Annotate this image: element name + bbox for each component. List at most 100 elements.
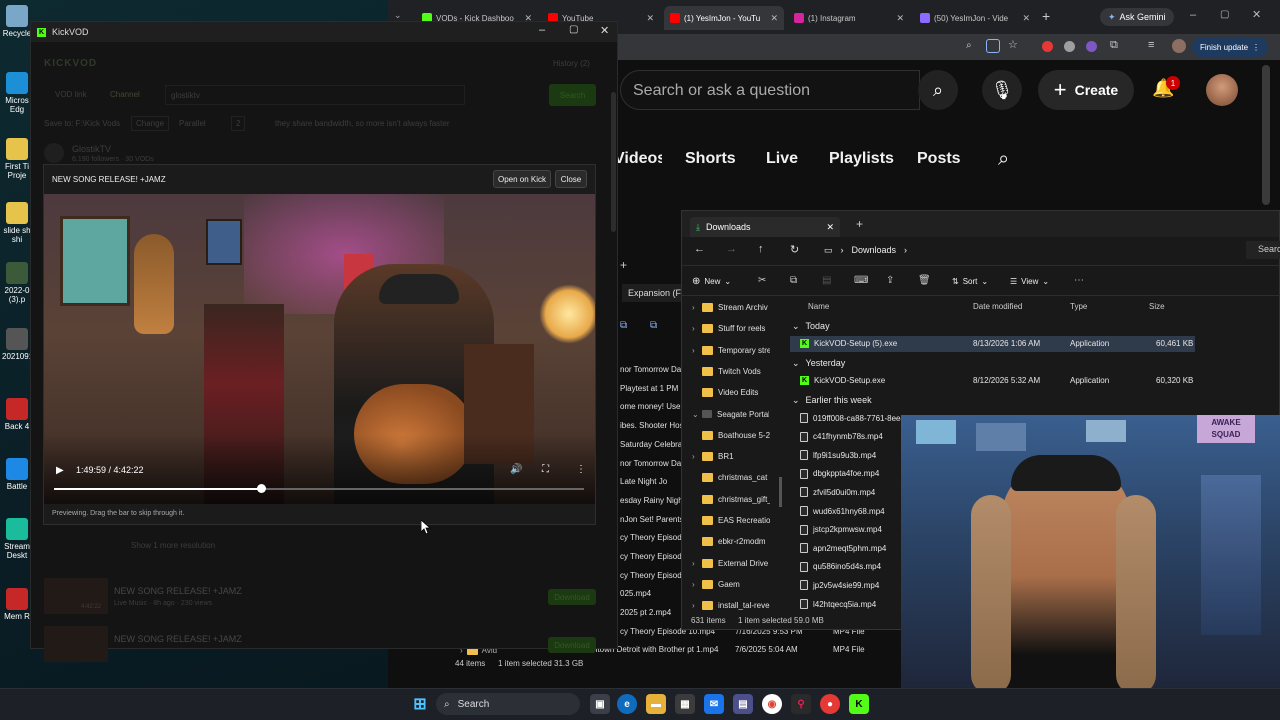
video-list-item[interactable]: ibes. Shooter Hos [620,421,682,430]
install-app-icon[interactable] [986,39,1000,53]
view-button[interactable]: ☰ View ⌄ [1010,277,1049,286]
chevron-right-icon[interactable]: › [692,324,695,333]
cut-icon[interactable]: ✂ [758,275,766,286]
youtube-search-input[interactable]: Search or ask a question [620,70,920,110]
close-preview-button[interactable]: Close [555,170,587,188]
more-options-icon[interactable]: ⋮ [576,464,586,475]
vod-thumbnail[interactable] [44,626,108,662]
channel-tab[interactable]: Live [766,150,798,168]
close-tab-icon[interactable]: ✕ [826,222,834,233]
link-icon[interactable]: ⧉ [620,320,627,331]
sidebar-folder[interactable]: › Gaem [692,579,770,589]
desktop-icon[interactable]: Micros Edg [2,72,32,114]
close-tab-icon[interactable]: ✕ [646,13,654,24]
video-list-item[interactable]: nor Tomorrow Da [620,365,682,374]
close-tab-icon[interactable]: ✕ [770,13,778,24]
channel-tab[interactable]: Playlists [829,150,894,168]
extensions-puzzle-icon[interactable]: ⧉ [1110,39,1118,52]
extension-icon[interactable] [1086,41,1097,52]
app-icon[interactable]: ▤ [733,694,753,714]
tab-vod-link[interactable]: VOD link [55,90,87,99]
search-button[interactable]: Search [549,84,596,106]
sidebar-folder[interactable]: Twitch Vods [702,366,770,376]
close-tab-icon[interactable]: ✕ [1022,13,1030,24]
sidebar-folder[interactable]: › Stream Archiv [692,303,770,312]
desktop-icon[interactable]: Recycle [2,5,32,38]
chevron-right-icon[interactable]: › [692,452,695,461]
tab-channel[interactable]: Channel [110,90,140,99]
desktop-icon[interactable]: Stream Deskt [2,518,32,560]
download-button[interactable]: Download [548,637,596,653]
seek-thumb[interactable] [256,484,266,493]
desktop-icon[interactable]: 2021091 [2,328,33,361]
chrome-icon[interactable]: ◉ [762,694,782,714]
share-icon[interactable]: ⧉ [650,320,657,331]
sidebar-folder[interactable]: › Stuff for reels [692,324,770,334]
taskbar-search[interactable]: ⌕ Search [436,693,580,715]
page-scrollbar[interactable] [1262,65,1270,205]
microphone-icon[interactable]: 🎙 [982,70,1022,110]
kickvod-taskbar-icon[interactable]: K [849,694,869,714]
file-group-header[interactable]: ⌄ Today [792,321,830,332]
browser-tab[interactable]: (1) YesImJon - YouTu ✕ [664,6,784,30]
video-player[interactable]: ▶ 1:49:59 / 4:42:22 🔊 ⛶ ⋮ [44,194,595,504]
sidebar-folder[interactable]: › Temporary stre [692,345,770,355]
mail-icon[interactable]: ✉ [704,694,724,714]
download-button[interactable]: Download [548,589,596,605]
desktop-icon[interactable]: 2022-0 (3).p [2,262,32,304]
change-button[interactable]: Change [131,116,170,131]
create-button[interactable]: + Create [1038,70,1134,110]
close-button[interactable]: ✕ [1252,8,1261,21]
minimize-button[interactable]: – [539,24,545,36]
ask-gemini-button[interactable]: ✦ Ask Gemini [1100,8,1174,26]
zoom-icon[interactable]: ⌕ [966,40,972,51]
column-type[interactable]: Type [1070,302,1087,311]
channel-input[interactable]: glostiktv [165,85,465,105]
new-tab-button[interactable]: + [1042,8,1050,24]
sort-button[interactable]: ⇅ Sort ⌄ [952,277,988,286]
up-icon[interactable]: ↑ [758,243,764,255]
profile-avatar[interactable] [1172,39,1186,53]
account-avatar[interactable] [1206,74,1238,106]
desktop-icon[interactable]: Mem R [2,588,32,621]
delete-icon[interactable]: 🗑 [918,275,931,286]
bookmark-star-icon[interactable]: ☆ [1008,38,1018,51]
browser-tab[interactable]: (1) Instagram ✕ [788,6,910,30]
rename-icon[interactable]: ⌨ [854,275,868,286]
forward-icon[interactable]: → [726,243,737,255]
task-view-icon[interactable]: ▣ [590,694,610,714]
desktop-icon[interactable]: slide sh shi [2,202,32,244]
refresh-icon[interactable]: ↻ [790,243,799,256]
record-icon[interactable]: ● [820,694,840,714]
paste-icon[interactable]: ▤ [822,275,831,286]
video-list-item[interactable]: Late Night Jo [620,477,682,486]
sidebar-folder[interactable]: › External Drive 2 [692,558,770,568]
channel-tab[interactable]: Posts [917,150,961,168]
desktop-icon[interactable]: Back 4 [2,398,32,431]
back-icon[interactable]: ← [694,243,705,255]
new-tab-button[interactable]: + [856,217,863,231]
play-icon[interactable]: ▶ [56,465,64,476]
show-more-resolutions[interactable]: Show 1 more resolution [131,541,215,550]
fullscreen-icon[interactable]: ⛶ [542,464,549,475]
more-options-icon[interactable]: ⋯ [1074,275,1084,286]
tab-search-icon[interactable]: ⌄ [394,10,402,21]
column-name[interactable]: Name [808,302,829,311]
channel-tab[interactable]: Videos [614,150,662,168]
maximize-button[interactable]: ▢ [1220,9,1229,20]
close-button[interactable]: ✕ [600,24,609,37]
chevron-right-icon[interactable]: › [692,580,695,589]
seek-bar[interactable] [54,484,584,493]
chevron-down-icon[interactable]: ⌄ [692,410,699,419]
sidebar-folder[interactable]: Video Edits [702,388,770,398]
explorer-tab[interactable]: ⤓ Downloads ✕ [690,217,840,237]
sidebar-folder[interactable]: › install_tal-reve [692,601,770,611]
video-list-item[interactable]: nor Tomorrow Da [620,459,682,468]
sidebar-folder[interactable]: ebkr-r2modm [702,537,770,547]
store-icon[interactable]: ▦ [675,694,695,714]
new-button[interactable]: ⊕ New ⌄ [692,276,731,287]
minimize-button[interactable]: – [1190,9,1196,21]
extension-icon[interactable] [1064,41,1075,52]
sidebar-folder[interactable]: EAS Recreation [702,516,770,525]
sidebar-scrollbar[interactable] [779,477,782,507]
